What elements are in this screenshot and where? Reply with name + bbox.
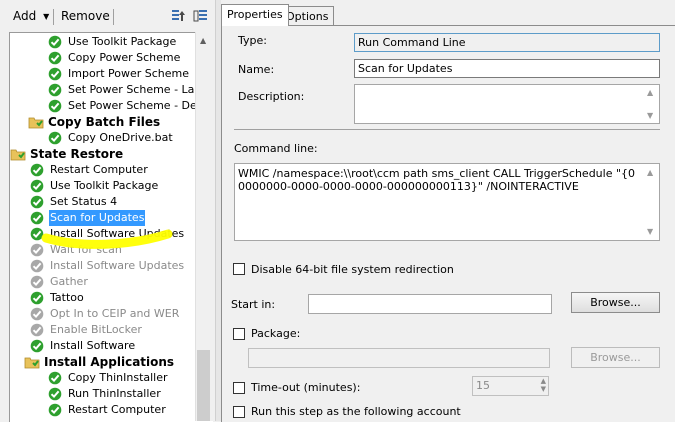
command-line-text: WMIC /namespace:\\root\ccm path sms_clie… — [238, 167, 636, 193]
tree-item-label: State Restore — [30, 147, 124, 161]
toolbar-divider — [53, 9, 54, 25]
green-check-icon — [48, 387, 62, 401]
package-browse-button: Browse... — [571, 347, 660, 368]
green-check-icon — [48, 131, 62, 145]
add-label: Add — [13, 9, 37, 23]
tree-item-label: Use Toolkit Package — [50, 179, 159, 192]
disabled-check-icon — [30, 275, 44, 289]
run-as-account-label: Run this step as the following account — [251, 405, 461, 418]
move-up-icon[interactable] — [170, 8, 186, 24]
folder-check-icon — [10, 147, 26, 161]
folder-check-icon — [24, 355, 40, 369]
green-check-icon — [48, 83, 62, 97]
description-field[interactable]: ▲ ▼ — [354, 84, 660, 124]
timeout-label: Time-out (minutes): — [251, 381, 361, 394]
timeout-value: 15 — [476, 379, 490, 392]
section-divider — [234, 129, 660, 130]
browse-button[interactable]: Browse... — [571, 292, 660, 313]
highlighter-mark — [41, 229, 173, 249]
disable-64bit-label: Disable 64-bit file system redirection — [251, 263, 454, 276]
tree-item-label: Opt In to CEIP and WER — [50, 307, 180, 320]
package-field — [248, 348, 550, 368]
disabled-check-icon — [30, 259, 44, 273]
tree-item-label: Install Applications — [44, 355, 175, 369]
disabled-check-icon — [30, 323, 44, 337]
tree-item-label: Enable BitLocker — [50, 323, 142, 336]
disabled-check-icon — [30, 307, 44, 321]
green-check-icon — [30, 195, 44, 209]
timeout-spinner: 15 ▲ ▼ — [472, 376, 549, 396]
tab-properties[interactable]: Properties — [221, 4, 289, 26]
green-check-icon — [48, 403, 62, 417]
tree-item-label: Gather — [50, 275, 88, 288]
type-field: Run Command Line — [354, 33, 660, 52]
disable-64bit-checkbox[interactable] — [233, 263, 245, 275]
tree-item-label: Set Status 4 — [50, 195, 118, 208]
type-label: Type: — [238, 34, 267, 47]
folder-check-icon — [28, 115, 44, 129]
green-check-icon — [48, 371, 62, 385]
run-as-account-checkbox[interactable] — [233, 406, 245, 418]
tree-item-label: Copy ThinInstaller — [68, 371, 168, 384]
tree-item-label: Run ThinInstaller — [68, 387, 161, 400]
remove-button[interactable]: Remove — [61, 9, 110, 23]
tree-item-label: Import Power Scheme — [68, 67, 190, 80]
green-check-icon — [48, 99, 62, 113]
tree-item-label: Use Toolkit Package — [68, 35, 177, 48]
name-label: Name: — [238, 63, 275, 76]
timeout-checkbox[interactable] — [233, 382, 245, 394]
tree-item-label: Tattoo — [50, 291, 84, 304]
description-label: Description: — [238, 90, 305, 103]
chevron-down-icon: ▼ — [43, 12, 50, 21]
move-down-icon[interactable] — [193, 8, 209, 24]
scroll-down-arrow-icon[interactable]: ▼ — [647, 227, 653, 236]
green-check-icon — [48, 67, 62, 81]
package-label: Package: — [251, 327, 301, 340]
description-scrollbar[interactable]: ▲ ▼ — [643, 85, 659, 123]
task-sequence-toolbar: Add ▼ Remove — [0, 0, 217, 32]
tree-item-label: Set Power Scheme - Laptop — [68, 83, 213, 96]
start-in-label: Start in: — [231, 298, 276, 311]
green-check-icon — [48, 51, 62, 65]
task-sequence-pane: Add ▼ Remove Use Toolkit Package Copy Pow… — [0, 0, 217, 422]
command-line-field[interactable]: WMIC /namespace:\\root\ccm path sms_clie… — [234, 163, 660, 241]
tree-item-label: Set Power Scheme - Desktop — [68, 99, 213, 112]
scroll-down-arrow-icon[interactable]: ▼ — [647, 111, 653, 120]
tree-item-label: Restart Computer — [68, 403, 166, 416]
command-scrollbar[interactable]: ▲ ▼ — [643, 164, 659, 240]
tree-item-label: Install Software Updates — [50, 259, 185, 272]
add-menu-button[interactable]: Add ▼ — [13, 9, 49, 23]
green-check-icon — [48, 35, 62, 49]
green-check-icon — [30, 339, 44, 353]
tree-item-label: Install Software — [50, 339, 136, 352]
command-line-label: Command line: — [234, 142, 318, 155]
toolbar-divider — [113, 9, 114, 25]
tree-item-label: Copy Batch Files — [48, 115, 161, 129]
tree-item-label: Copy Power Scheme — [68, 51, 181, 64]
name-field[interactable]: Scan for Updates — [354, 59, 660, 78]
green-check-icon — [30, 291, 44, 305]
tree-scrollbar-thumb[interactable] — [197, 350, 210, 421]
tree-item-label: Restart Computer — [50, 163, 148, 176]
start-in-field[interactable] — [308, 294, 552, 314]
scroll-up-arrow-icon[interactable]: ▲ — [200, 36, 206, 45]
package-checkbox[interactable] — [233, 328, 245, 340]
scroll-up-arrow-icon[interactable]: ▲ — [647, 168, 653, 177]
spinner-arrows-icon: ▲ ▼ — [540, 377, 546, 393]
scroll-up-arrow-icon[interactable]: ▲ — [647, 88, 653, 97]
green-check-icon — [30, 179, 44, 193]
green-check-icon — [30, 163, 44, 177]
tree-item-label: Copy OneDrive.bat — [68, 131, 173, 144]
